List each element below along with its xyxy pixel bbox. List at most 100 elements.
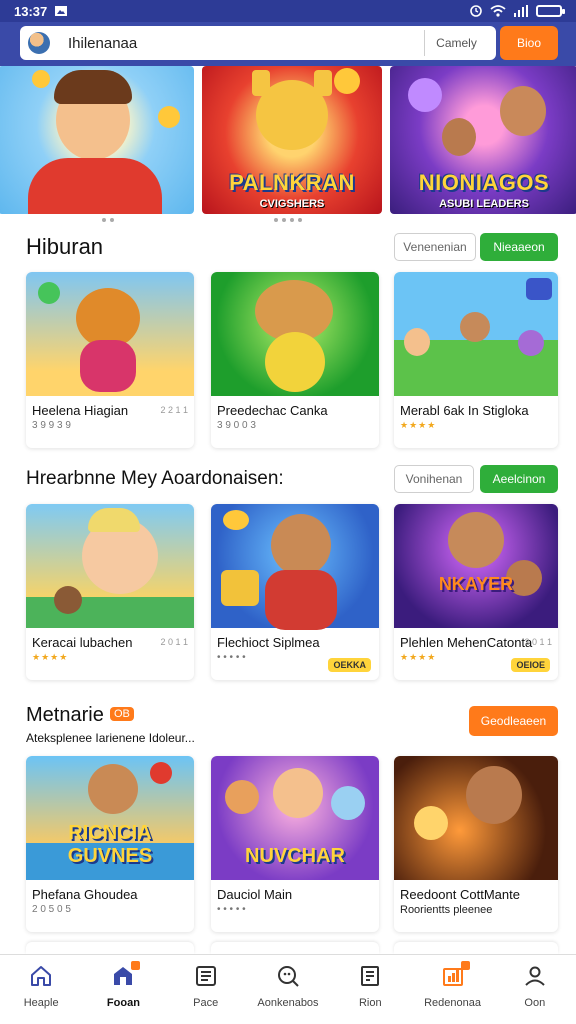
game-side-info: 2 2 1 1 bbox=[160, 405, 188, 415]
game-card[interactable]: Reedoont CottMante Roorientts pleenee bbox=[394, 756, 558, 932]
coin-icon bbox=[158, 106, 180, 128]
character-body bbox=[265, 570, 337, 630]
character-art bbox=[273, 768, 323, 818]
character-art bbox=[518, 330, 544, 356]
game-side-info: 2 0 1 1 bbox=[160, 637, 188, 647]
game-thumbnail bbox=[394, 756, 558, 880]
banner-title: NIONIAGOS bbox=[418, 170, 550, 195]
nav-item-document[interactable]: Rion bbox=[329, 955, 411, 1024]
character-art bbox=[225, 780, 259, 814]
character-shirt bbox=[28, 158, 162, 214]
nav-item-list[interactable]: Pace bbox=[165, 955, 247, 1024]
character-art bbox=[460, 312, 490, 342]
banner-slide-1[interactable] bbox=[0, 66, 194, 214]
notification-badge bbox=[460, 961, 470, 970]
banner-carousel[interactable]: PALNKRAN CVIGSHERS NIONIAGOS ASUBI LEADE… bbox=[0, 66, 576, 214]
game-side-info: 2 0 1 1 bbox=[524, 637, 552, 647]
rating-stars: ★★★★ bbox=[400, 652, 437, 662]
game-name: Keracai lubachen bbox=[32, 635, 133, 650]
character-art bbox=[271, 514, 331, 576]
avatar[interactable] bbox=[28, 32, 50, 54]
card-preview bbox=[26, 942, 194, 954]
alarm-icon bbox=[470, 5, 482, 17]
game-thumbnail bbox=[394, 272, 558, 396]
game-card[interactable]: Heelena Hiagian 3 9 9 3 9 2 2 1 1 bbox=[26, 272, 194, 448]
image-icon bbox=[55, 6, 68, 16]
status-bar: 13:37 bbox=[0, 0, 576, 22]
header-action-button[interactable]: Bioo bbox=[500, 26, 558, 60]
indicator-dot bbox=[274, 218, 278, 222]
character-art bbox=[500, 86, 546, 136]
section-secondary-button[interactable]: Venenenian bbox=[394, 233, 476, 261]
game-meta: 3 9 0 0 3 bbox=[217, 420, 256, 431]
game-name: Plehlen MehenCatonta bbox=[400, 635, 533, 650]
game-name: Phefana Ghoudea bbox=[32, 887, 138, 902]
search-bar[interactable]: Ihilenanaa Camely bbox=[20, 26, 496, 60]
category-button[interactable]: Camely bbox=[424, 30, 488, 56]
banner-slide-3[interactable]: NIONIAGOS ASUBI LEADERS bbox=[390, 66, 576, 214]
game-card[interactable]: Preedechac Canka 3 9 0 0 3 bbox=[211, 272, 379, 448]
game-meta: • • • • • bbox=[217, 904, 246, 915]
banner-subtitle: CVIGSHERS bbox=[259, 198, 325, 210]
profile-icon bbox=[522, 963, 548, 989]
game-thumbnail bbox=[211, 272, 379, 396]
indicator-dot bbox=[290, 218, 294, 222]
character-hair bbox=[88, 508, 140, 532]
search-input[interactable]: Ihilenanaa bbox=[68, 35, 137, 52]
nav-label: Rion bbox=[358, 997, 382, 1009]
game-name: Merabl 6ak In Stigloka bbox=[400, 403, 529, 418]
game-meta: Roorientts pleenee bbox=[400, 904, 493, 916]
game-card[interactable]: RICNCIA GUVNES Phefana Ghoudea 2 0 5 0 5 bbox=[26, 756, 194, 932]
game-meta: 2 0 5 0 5 bbox=[32, 904, 71, 915]
section-primary-button[interactable]: Geodleaeen bbox=[469, 706, 558, 736]
character-ear bbox=[314, 70, 332, 96]
game-thumbnail bbox=[211, 504, 379, 630]
indicator-dot bbox=[102, 218, 106, 222]
character-art bbox=[448, 512, 504, 568]
nav-item-profile[interactable]: Oon bbox=[494, 955, 576, 1024]
character-art bbox=[88, 764, 138, 814]
character-ear bbox=[252, 70, 270, 96]
home-icon bbox=[28, 963, 54, 989]
section-subtitle: Ateksplenee Iarienene Idoleur... bbox=[26, 731, 195, 745]
cube-icon bbox=[221, 570, 259, 606]
nav-label: Oon bbox=[524, 997, 546, 1009]
next-row-preview bbox=[0, 942, 576, 954]
game-card[interactable]: NKAYER Plehlen MehenCatonta ★★★★ 2 0 1 1… bbox=[394, 504, 558, 680]
game-card[interactable]: Flechioct Siplmea • • • • • OEKKA bbox=[211, 504, 379, 680]
character-art bbox=[442, 118, 476, 156]
game-name: Preedechac Canka bbox=[217, 403, 328, 418]
character-art bbox=[331, 786, 365, 820]
section-title: Hrearbnne Mey Aoardonaisen: bbox=[26, 468, 284, 489]
game-card[interactable]: Merabl 6ak In Stigloka ★★★★ bbox=[394, 272, 558, 448]
nav-label: Aonkenabos bbox=[257, 997, 319, 1009]
game-card[interactable]: Keracai lubachen ★★★★ 2 0 1 1 bbox=[26, 504, 194, 680]
notification-badge bbox=[131, 961, 141, 970]
clock: 13:37 bbox=[14, 3, 48, 19]
battery-icon bbox=[536, 5, 565, 17]
character-art bbox=[265, 332, 325, 392]
nav-item-store[interactable]: Fooan bbox=[82, 955, 164, 1024]
orb-icon bbox=[408, 78, 442, 112]
rating-stars: ★★★★ bbox=[32, 652, 69, 662]
game-card[interactable]: NUVCHAR Dauciol Main • • • • • bbox=[211, 756, 379, 932]
nav-item-home[interactable]: Heaple bbox=[0, 955, 82, 1024]
game-meta: • • • • • bbox=[217, 652, 246, 663]
cube-icon bbox=[526, 278, 552, 300]
game-name: Flechioct Siplmea bbox=[217, 635, 320, 650]
nav-item-chat[interactable]: Aonkenabos bbox=[247, 955, 329, 1024]
nav-label: Redenonaa bbox=[424, 997, 481, 1009]
banner-slide-2[interactable]: PALNKRAN CVIGSHERS bbox=[202, 66, 382, 214]
indicator-dot bbox=[110, 218, 114, 222]
section-primary-button[interactable]: Nieaaeon bbox=[480, 233, 558, 261]
bottom-navigation: Heaple Fooan Pace Aonkenabos Rion Redeno… bbox=[0, 954, 576, 1024]
list-icon bbox=[193, 963, 219, 989]
section-primary-button[interactable]: Aeelcinon bbox=[480, 465, 558, 493]
section-badge: OB bbox=[110, 707, 134, 721]
banner-subtitle: ASUBI LEADERS bbox=[439, 198, 529, 210]
section-title: Metnarie bbox=[26, 704, 104, 726]
nav-item-stats[interactable]: Redenonaa bbox=[411, 955, 493, 1024]
section-secondary-button[interactable]: Vonihenan bbox=[394, 465, 474, 493]
game-tag: OEIOE bbox=[511, 658, 550, 672]
coin-icon bbox=[334, 68, 360, 94]
